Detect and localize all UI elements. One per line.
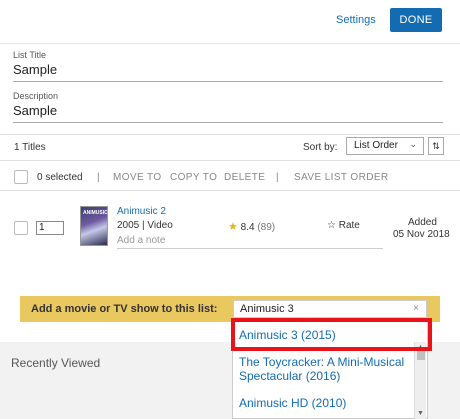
select-all-checkbox[interactable] bbox=[14, 170, 28, 184]
list-title-field[interactable]: Sample bbox=[13, 62, 443, 82]
sort-select[interactable]: List Order ⌄ bbox=[346, 137, 424, 155]
toolbar-separator: | bbox=[276, 172, 279, 183]
added-label: Added bbox=[408, 217, 437, 228]
sort-direction-button[interactable]: ⇅ bbox=[428, 137, 444, 155]
list-title-label: List Title bbox=[13, 50, 47, 60]
description-field[interactable]: Sample bbox=[13, 103, 443, 123]
settings-link[interactable]: Settings bbox=[336, 14, 376, 26]
suggestion-item[interactable]: The Toycracker: A Mini-Musical Spectacul… bbox=[239, 355, 409, 383]
top-bar: Settings DONE bbox=[0, 0, 460, 44]
recently-viewed-heading: Recently Viewed bbox=[11, 356, 101, 370]
delete-button[interactable]: DELETE bbox=[224, 172, 265, 183]
toolbar-separator: | bbox=[97, 172, 100, 183]
star-outline-icon: ☆ bbox=[327, 220, 336, 231]
save-list-order-button[interactable]: SAVE LIST ORDER bbox=[294, 172, 389, 183]
item-checkbox[interactable] bbox=[14, 221, 28, 235]
move-to-button[interactable]: MOVE TO bbox=[113, 172, 162, 183]
titles-count: 1 Titles bbox=[14, 142, 46, 153]
added-date: 05 Nov 2018 bbox=[393, 229, 450, 240]
scroll-down-icon[interactable]: ▼ bbox=[417, 410, 424, 417]
rate-label: Rate bbox=[338, 220, 360, 231]
item-rating: ★ 8.4 (89) bbox=[228, 220, 275, 233]
star-icon: ★ bbox=[228, 221, 238, 233]
chevron-down-icon: ⌄ bbox=[409, 139, 417, 149]
suggestion-item[interactable]: Animusic HD (2010) bbox=[239, 396, 409, 410]
item-meta: 2005 | Video bbox=[117, 220, 173, 231]
rating-count: (89) bbox=[257, 222, 276, 233]
divider bbox=[0, 160, 460, 161]
divider bbox=[0, 134, 460, 135]
close-icon[interactable]: × bbox=[413, 303, 419, 314]
add-title-label: Add a movie or TV show to this list: bbox=[31, 303, 218, 315]
rating-value: 8.4 bbox=[240, 222, 255, 233]
divider bbox=[0, 190, 460, 191]
description-label: Description bbox=[13, 91, 59, 101]
sort-direction-icon: ⇅ bbox=[432, 141, 440, 151]
copy-to-button[interactable]: COPY TO bbox=[170, 172, 217, 183]
selected-count: 0 selected bbox=[37, 172, 83, 183]
rate-button[interactable]: ☆ Rate bbox=[327, 220, 360, 231]
list-editor-card: Settings DONE List Title Sample Descript… bbox=[0, 0, 460, 342]
sort-select-value: List Order bbox=[354, 140, 398, 151]
add-title-search-input[interactable]: Animusic 3 × bbox=[233, 300, 427, 318]
add-note-field[interactable]: Add a note bbox=[117, 235, 383, 249]
item-position-input[interactable]: 1 bbox=[36, 221, 64, 235]
highlight-annotation bbox=[231, 318, 432, 351]
dropdown-scrollbar[interactable]: ▲ ▼ bbox=[414, 342, 426, 419]
poster-logo: ANIMUSIC bbox=[83, 210, 108, 216]
item-title-link[interactable]: Animusic 2 bbox=[117, 206, 166, 217]
done-button[interactable]: DONE bbox=[390, 8, 442, 32]
sort-label: Sort by: bbox=[303, 142, 338, 153]
scroll-thumb[interactable] bbox=[417, 350, 425, 360]
poster-image[interactable]: ANIMUSIC bbox=[80, 206, 108, 246]
add-title-search-value: Animusic 3 bbox=[240, 303, 294, 315]
